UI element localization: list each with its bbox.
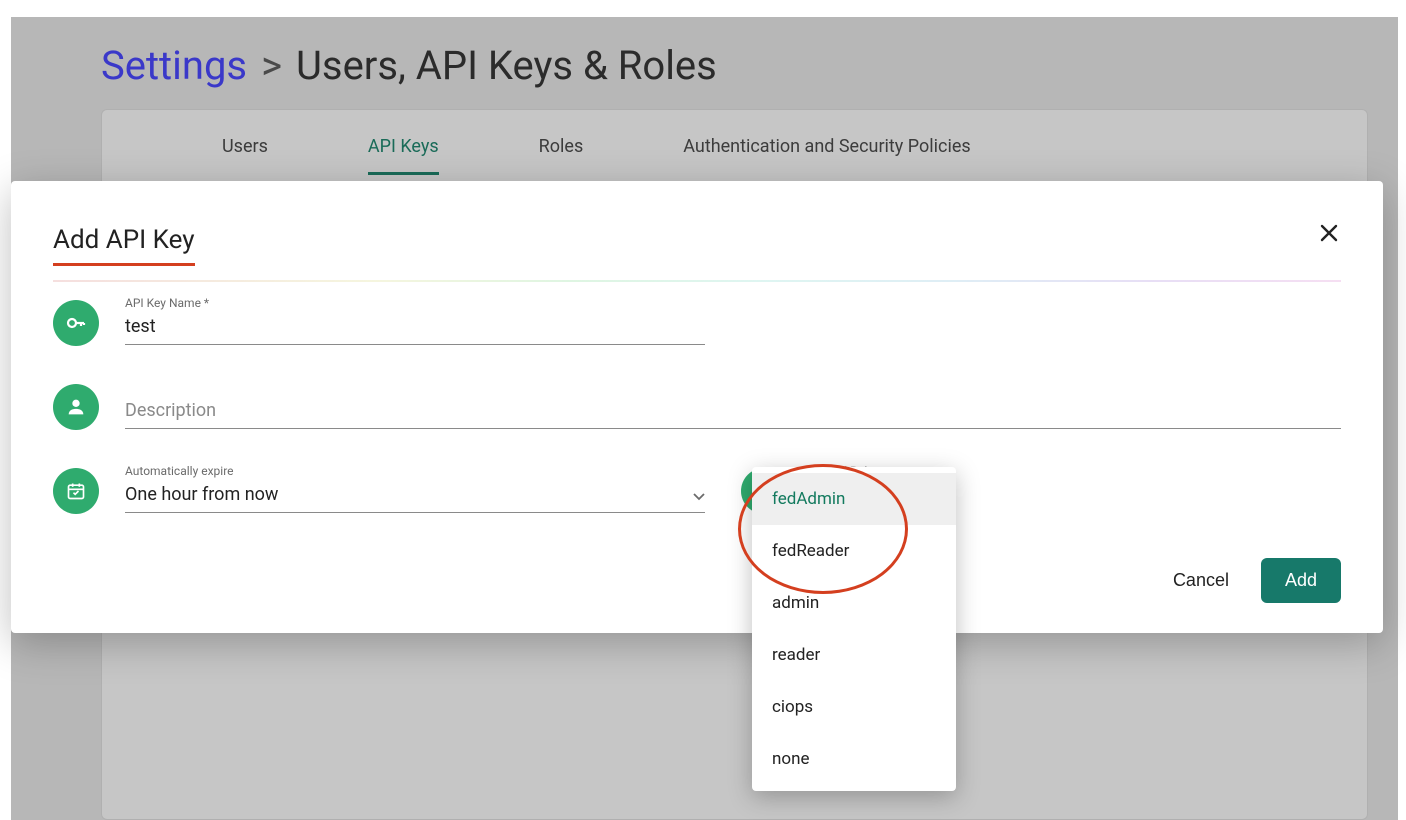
tab-users[interactable]: Users: [172, 110, 318, 173]
add-button[interactable]: Add: [1261, 558, 1341, 603]
key-icon: [53, 300, 99, 346]
global-role-dropdown: fedAdmin fedReader admin reader ciops no…: [752, 467, 956, 791]
close-icon[interactable]: [1317, 221, 1341, 249]
role-option-none[interactable]: none: [752, 733, 956, 785]
modal-title: Add API Key: [53, 225, 195, 266]
tab-bar: Users API Keys Roles Authentication and …: [102, 110, 1367, 173]
tab-underline: [368, 172, 439, 175]
person-icon: [53, 384, 99, 430]
role-option-ciops[interactable]: ciops: [752, 681, 956, 733]
role-option-fedadmin[interactable]: fedAdmin: [752, 473, 956, 525]
role-option-admin[interactable]: admin: [752, 577, 956, 629]
role-option-reader[interactable]: reader: [752, 629, 956, 681]
modal-actions: Cancel Add: [53, 558, 1341, 603]
breadcrumb-settings-link[interactable]: Settings: [101, 42, 247, 89]
cancel-button[interactable]: Cancel: [1169, 560, 1233, 601]
input-description[interactable]: [125, 394, 1341, 429]
calendar-icon: [53, 468, 99, 514]
breadcrumb-current: Users, API Keys & Roles: [296, 42, 717, 89]
tab-auth-policies[interactable]: Authentication and Security Policies: [633, 110, 1020, 173]
row-api-key-name: API Key Name *: [53, 296, 1341, 346]
add-api-key-modal: Add API Key API Key Name *: [11, 181, 1383, 633]
row-description: [53, 380, 1341, 430]
tab-api-keys[interactable]: API Keys: [318, 110, 489, 173]
tab-roles[interactable]: Roles: [489, 110, 634, 173]
select-expire-value: One hour from now: [125, 478, 705, 513]
field-description: [125, 380, 1341, 429]
field-expire[interactable]: Automatically expire One hour from now: [125, 464, 705, 513]
role-option-fedreader[interactable]: fedReader: [752, 525, 956, 577]
tab-label: Roles: [539, 136, 584, 157]
tab-label: Users: [222, 136, 268, 157]
field-api-key-name: API Key Name *: [125, 296, 705, 345]
label-expire: Automatically expire: [125, 464, 234, 478]
input-api-key-name[interactable]: [125, 310, 705, 345]
breadcrumb: Settings > Users, API Keys & Roles: [101, 42, 717, 89]
rainbow-divider: [53, 280, 1341, 282]
breadcrumb-separator: >: [261, 42, 282, 89]
row-expire-role: Automatically expire One hour from now G…: [53, 464, 1341, 514]
tab-label: API Keys: [368, 136, 439, 157]
label-api-key-name: API Key Name *: [125, 296, 209, 310]
tab-label: Authentication and Security Policies: [683, 136, 970, 157]
